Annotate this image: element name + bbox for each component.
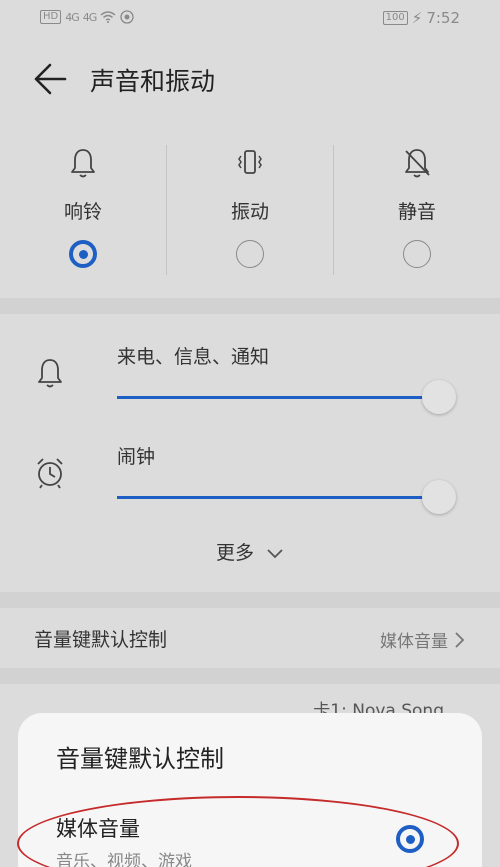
more-button[interactable]: 更多 — [0, 538, 500, 565]
chevron-right-icon — [455, 631, 465, 648]
mode-label: 响铃 — [63, 201, 102, 223]
volume-label: 闹钟 — [117, 446, 156, 468]
row-value: 媒体音量 — [380, 627, 466, 652]
charging-icon: ⚡ — [411, 9, 423, 27]
mode-label: 静音 — [397, 201, 436, 223]
header: 声音和振动 — [0, 38, 500, 118]
volume-slider-track[interactable] — [117, 496, 437, 499]
volume-row-alarm: 闹钟 — [0, 416, 500, 514]
clock-time: 7:52 — [426, 9, 460, 27]
volume-section: 来电、信息、通知 闹钟 更多 — [0, 316, 500, 594]
signal-icon: 4G — [65, 10, 79, 24]
sheet-title: 音量键默认控制 — [56, 745, 224, 773]
mode-silent[interactable]: 静音 — [334, 125, 500, 297]
section-separator — [0, 592, 500, 608]
signal-icon: 4G — [82, 10, 97, 24]
bell-icon — [71, 149, 95, 178]
mode-ring[interactable]: 响铃 — [0, 125, 166, 297]
nfc-icon — [120, 10, 134, 24]
bell-icon — [38, 359, 62, 388]
volume-slider-thumb[interactable] — [422, 380, 456, 414]
battery-icon: 100 — [382, 11, 408, 25]
volume-key-control-row[interactable]: 音量键默认控制 媒体音量 — [0, 608, 500, 666]
annotation-ellipse — [17, 796, 459, 867]
mode-vibrate[interactable]: 振动 — [167, 125, 333, 297]
volume-label: 来电、信息、通知 — [117, 346, 270, 368]
row-label: 音量键默认控制 — [34, 629, 168, 651]
more-label: 更多 — [215, 542, 254, 564]
row-value-text: 媒体音量 — [380, 632, 448, 652]
bell-off-icon — [405, 149, 430, 178]
volume-row-ringtone: 来电、信息、通知 — [0, 316, 500, 414]
volume-slider-track[interactable] — [117, 396, 437, 399]
vibrate-icon — [238, 150, 262, 174]
hd-badge: HD — [40, 10, 62, 24]
radio-unselected[interactable] — [403, 240, 431, 268]
chevron-down-icon — [267, 548, 283, 558]
sound-mode-selector: 响铃 振动 静音 — [0, 125, 500, 297]
volume-slider-thumb[interactable] — [422, 480, 456, 514]
wifi-icon — [100, 11, 116, 23]
radio-unselected[interactable] — [236, 240, 264, 268]
status-right: 100 ⚡ 7:52 — [382, 9, 460, 27]
radio-selected[interactable] — [69, 240, 97, 268]
status-left: HD 4G 4G — [40, 10, 134, 24]
arrow-left-icon[interactable] — [32, 62, 68, 96]
alarm-clock-icon — [37, 458, 63, 489]
page-title: 声音和振动 — [90, 67, 216, 96]
volume-key-bottom-sheet: 音量键默认控制 媒体音量 音乐、视频、游戏 — [17, 713, 482, 867]
status-bar: HD 4G 4G 100 ⚡ 7:52 — [0, 0, 500, 38]
section-separator — [0, 298, 500, 314]
mode-label: 振动 — [230, 201, 269, 223]
